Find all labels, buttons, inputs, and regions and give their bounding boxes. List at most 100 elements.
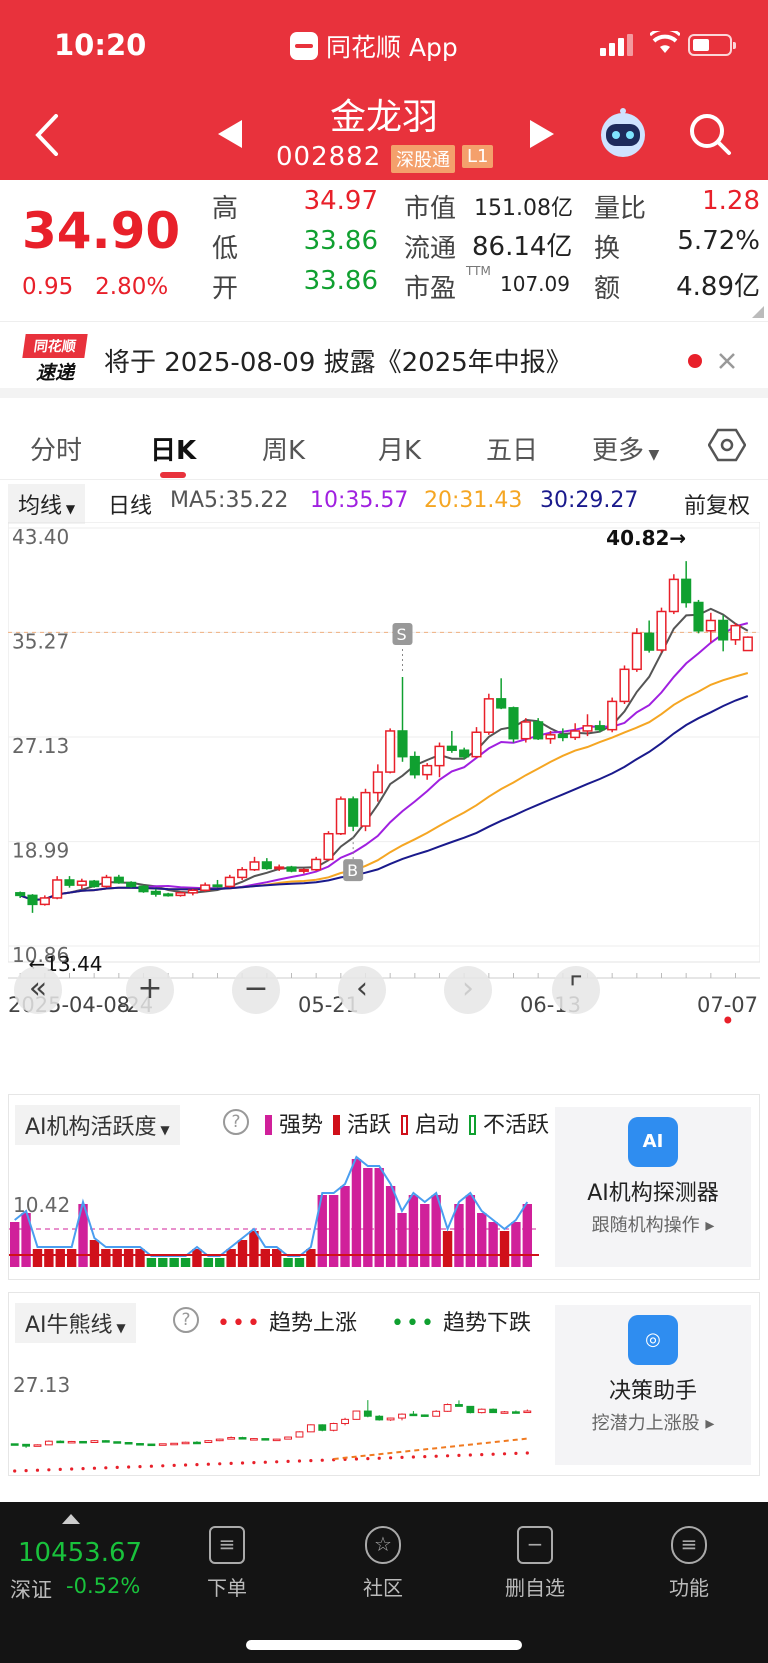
change-value: 0.95 <box>22 274 74 300</box>
scroll-right-button[interactable]: › <box>444 966 492 1014</box>
candle-body <box>372 771 383 794</box>
close-icon[interactable] <box>718 352 736 370</box>
decision-helper-card[interactable]: ◎ 决策助手 挖潜力上涨股 ▸ <box>555 1305 751 1465</box>
mini-candle-body <box>272 1438 281 1442</box>
mini-candle-body <box>158 1443 167 1446</box>
volume-ratio-value: 1.28 <box>702 186 760 216</box>
help-icon[interactable]: ? <box>173 1307 199 1333</box>
mini-candle-body <box>455 1404 463 1407</box>
mini-candle-body <box>306 1424 315 1433</box>
mini-candle-body <box>238 1437 247 1440</box>
max-price-label: 40.82→ <box>606 526 686 550</box>
status-app-indicator[interactable]: 同花顺 App <box>290 28 458 64</box>
expand-corner-icon[interactable] <box>752 306 764 318</box>
mini-candle-body <box>352 1410 361 1420</box>
trend-dot <box>445 1454 450 1458</box>
community-button[interactable]: ☆ 社区 <box>328 1526 438 1601</box>
change-percent: 2.80% <box>95 274 169 300</box>
tab-daily-k[interactable]: 日K <box>150 430 196 467</box>
activity-bar <box>226 1249 236 1267</box>
activity-bar <box>101 1249 111 1267</box>
amount-value: 4.89亿 <box>676 272 760 302</box>
trend-dot <box>183 1463 188 1467</box>
function-button[interactable]: ≡ 功能 <box>634 1526 744 1601</box>
remove-watchlist-button[interactable]: − 删自选 <box>480 1526 590 1601</box>
trend-dot <box>229 1461 233 1465</box>
mini-candle-body <box>295 1431 304 1438</box>
search-icon[interactable] <box>688 112 732 156</box>
tab-five-day[interactable]: 五日 <box>486 430 538 467</box>
trend-dot <box>58 1467 62 1471</box>
tab-weekly-k[interactable]: 周K <box>262 430 305 467</box>
ai-detector-title: AI机构探测器 <box>587 1181 719 1206</box>
trend-dot <box>480 1453 484 1457</box>
amount-label: 额 <box>594 274 621 304</box>
tab-monthly-k[interactable]: 月K <box>378 430 421 467</box>
tab-more[interactable]: 更多 ▼ <box>592 430 659 467</box>
bottom-bar: 10453.67 深证 -0.52% ≡ 下单 ☆ 社区 − 删自选 ≡ 功能 <box>0 1502 768 1663</box>
expand-up-icon[interactable] <box>62 1514 80 1524</box>
mini-candle-body <box>181 1441 190 1445</box>
mini-candle-body <box>136 1443 144 1446</box>
candle-body <box>459 749 470 758</box>
candle-body <box>101 876 112 888</box>
active-tab-indicator <box>160 472 186 478</box>
activity-bar <box>192 1249 202 1267</box>
pe-ttm-sup: TTM <box>466 264 491 278</box>
home-indicator <box>246 1640 522 1650</box>
trend-dot <box>502 1452 507 1456</box>
trend-dot <box>24 1469 28 1473</box>
index-name: 深证 <box>10 1578 52 1602</box>
activity-bar <box>44 1249 54 1267</box>
activity-bar <box>249 1231 259 1267</box>
mini-candle-body <box>432 1410 441 1417</box>
settings-hexagon-icon[interactable] <box>708 428 746 462</box>
next-stock-icon[interactable] <box>528 120 554 148</box>
activity-bar <box>55 1249 65 1267</box>
activity-bar <box>32 1249 43 1267</box>
trend-dot <box>320 1458 324 1462</box>
mini-candle-body <box>477 1408 486 1414</box>
notice-bar[interactable]: 同花顺 速递 将于 2025-08-09 披露《2025年中报》 <box>0 322 768 398</box>
scroll-left-button[interactable]: ‹ <box>338 966 386 1014</box>
candle-body <box>64 879 75 886</box>
tab-minute[interactable]: 分时 <box>30 430 82 467</box>
index-change: -0.52% <box>66 1574 141 1598</box>
trend-dot <box>400 1455 404 1459</box>
adjust-mode[interactable]: 前复权 <box>684 488 750 520</box>
ma-dropdown[interactable]: 均线 ▼ <box>8 484 86 524</box>
activity-bar <box>488 1222 498 1267</box>
robot-assistant-icon[interactable] <box>596 106 650 160</box>
candle-body <box>730 624 741 641</box>
pe-value: 107.09 <box>500 272 570 296</box>
mini-candle-body <box>90 1440 99 1444</box>
mini-candle-body <box>261 1438 270 1441</box>
activity-bar <box>408 1195 419 1267</box>
trend-dot <box>389 1456 393 1460</box>
candle-body <box>422 764 433 776</box>
stock-header: 10:20 同花顺 App 金龙羽 002882 深股通 L1 <box>0 0 768 180</box>
zoom-out-button[interactable]: − <box>232 966 280 1014</box>
stock-name: 金龙羽 <box>329 97 438 138</box>
trend-dot <box>104 1466 108 1470</box>
ai-detector-card[interactable]: AI AI机构探测器 跟随机构操作 ▸ <box>555 1107 751 1267</box>
candle-body <box>27 894 38 906</box>
candle-body <box>286 866 297 872</box>
fullscreen-button[interactable]: ⌜ <box>552 966 600 1014</box>
candle-body <box>434 745 445 767</box>
candle-body <box>681 578 692 604</box>
candle-body <box>483 698 494 733</box>
mini-candle-body <box>170 1442 179 1446</box>
scroll-start-button[interactable]: « <box>14 966 62 1014</box>
remove-watchlist-label: 删自选 <box>505 1576 565 1600</box>
mini-candle-body <box>398 1413 406 1419</box>
activity-bar <box>397 1213 407 1267</box>
zoom-in-button[interactable]: + <box>126 966 174 1014</box>
y-tick-label: 18.99 <box>12 839 69 863</box>
candle-body <box>126 881 137 888</box>
help-icon[interactable]: ? <box>223 1109 249 1135</box>
order-button[interactable]: ≡ 下单 <box>172 1526 282 1601</box>
wifi-icon <box>650 31 680 53</box>
index-value[interactable]: 10453.67 <box>18 1538 142 1568</box>
kline-chart[interactable]: 43.4035.2727.1318.9910.8640.82→←13.44SB2… <box>8 522 760 1042</box>
